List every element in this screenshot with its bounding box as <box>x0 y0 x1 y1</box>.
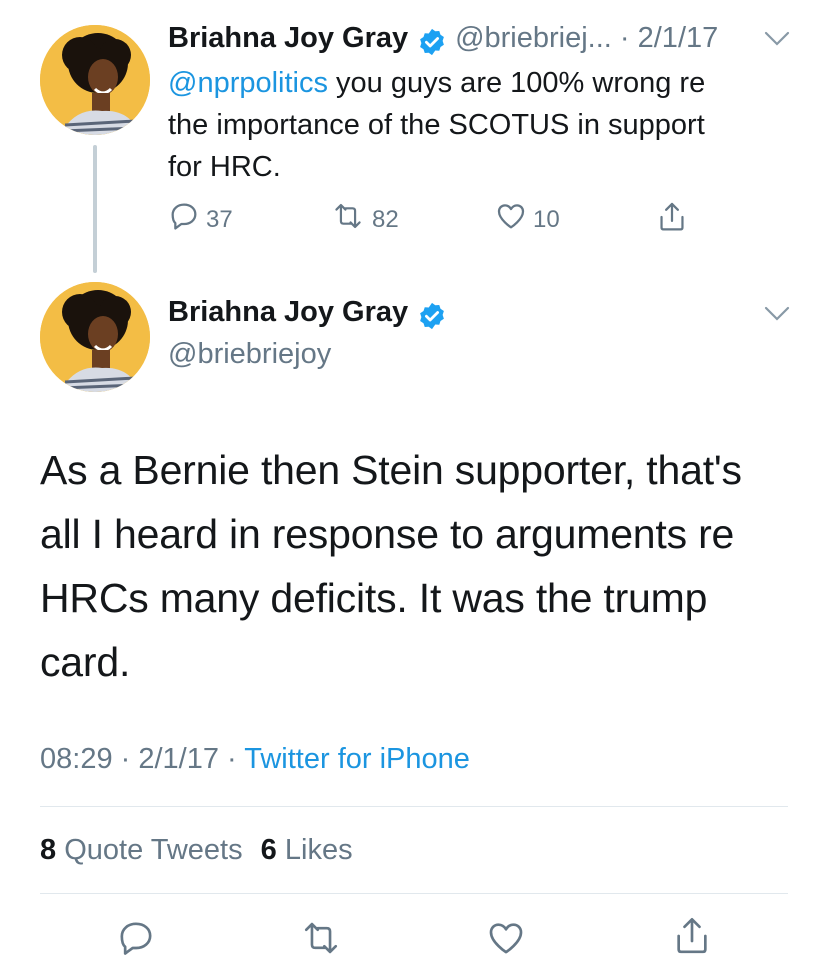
tweet-time: 08:29 <box>40 743 113 775</box>
quote-count: 8 <box>40 834 57 866</box>
header-separator: · <box>611 22 638 54</box>
share-button[interactable] <box>656 200 688 241</box>
reply-count: 37 <box>206 205 233 233</box>
main-tweet-header: Briahna Joy Gray <box>168 296 447 332</box>
thread-line <box>93 145 97 273</box>
retweet-count: 82 <box>372 205 399 233</box>
main-text-line4: card. <box>40 639 131 685</box>
verified-badge-icon <box>413 27 451 58</box>
avatar[interactable] <box>40 282 150 392</box>
like-count: 10 <box>533 205 560 233</box>
divider <box>40 806 788 807</box>
share-icon <box>672 918 712 962</box>
client-link[interactable]: Twitter for iPhone <box>244 743 470 775</box>
share-button[interactable] <box>672 914 712 963</box>
author-name[interactable]: Briahna Joy Gray <box>168 22 408 54</box>
author-name[interactable]: Briahna Joy Gray <box>168 296 408 328</box>
reply-icon <box>168 200 200 239</box>
reply-button[interactable] <box>116 918 156 963</box>
likes-stat[interactable]: 6 Likes <box>261 834 353 866</box>
reply-text-line2: the importance of the SCOTUS in support <box>168 109 705 141</box>
like-button[interactable] <box>486 918 526 963</box>
tweet-metadata: 08:29 · 2/1/17 · Twitter for iPhone <box>40 743 470 776</box>
retweet-icon <box>298 922 344 962</box>
reply-text-line1: you guys are 100% wrong re <box>328 67 706 99</box>
main-text-line2: all I heard in response to arguments re <box>40 511 735 557</box>
like-button[interactable]: 10 <box>495 200 560 239</box>
quote-label: Quote Tweets <box>64 834 243 866</box>
main-tweet-text: As a Bernie then Stein supporter, that's… <box>40 438 800 694</box>
like-count: 6 <box>260 834 277 866</box>
author-handle[interactable]: @briebriej... <box>455 22 612 54</box>
meta-separator: · <box>112 743 139 775</box>
reply-button[interactable]: 37 <box>168 200 233 239</box>
divider <box>40 893 788 894</box>
avatar[interactable] <box>40 25 150 135</box>
main-text-line3: HRCs many deficits. It was the trump <box>40 575 708 621</box>
tweet-date[interactable]: 2/1/17 <box>638 22 719 54</box>
share-icon <box>656 200 688 241</box>
engagement-stats: 8 Quote Tweets 6 Likes <box>40 834 353 867</box>
meta-separator: · <box>219 743 245 775</box>
tweet-date: 2/1/17 <box>138 743 219 775</box>
reply-tweet-text: @nprpolitics you guys are 100% wrong re … <box>168 62 788 188</box>
retweet-button[interactable] <box>298 918 344 963</box>
reply-tweet-header: Briahna Joy Gray @briebriej... · 2/1/17 <box>168 22 718 58</box>
main-text-line1: As a Bernie then Stein supporter, that's <box>40 447 742 493</box>
retweet-button[interactable]: 82 <box>330 200 399 239</box>
chevron-down-icon[interactable] <box>764 305 790 328</box>
retweet-icon <box>330 200 366 239</box>
chevron-down-icon[interactable] <box>764 30 790 53</box>
like-label: Likes <box>284 834 353 866</box>
heart-icon <box>486 923 526 962</box>
author-handle[interactable]: @briebriejoy <box>168 338 331 371</box>
heart-icon <box>495 200 527 239</box>
verified-badge-icon <box>413 301 447 332</box>
quote-tweets-stat[interactable]: 8 Quote Tweets <box>40 834 243 866</box>
mention-link[interactable]: @nprpolitics <box>168 67 328 99</box>
reply-text-line3: for HRC. <box>168 151 281 183</box>
reply-icon <box>116 922 156 962</box>
